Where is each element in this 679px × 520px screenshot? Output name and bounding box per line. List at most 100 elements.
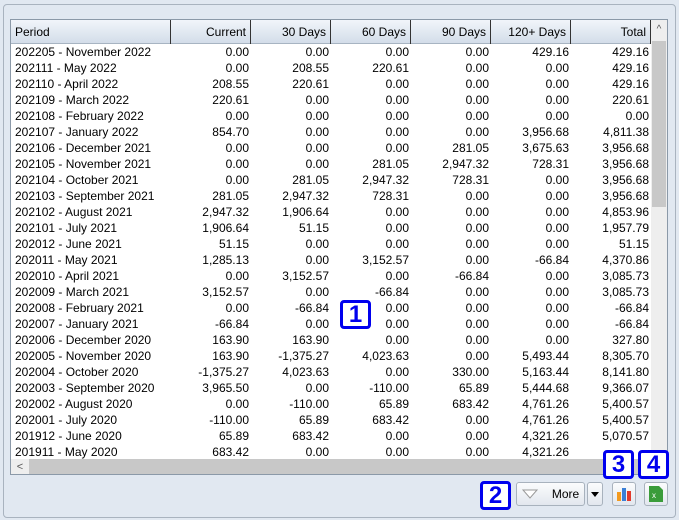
amount-cell: 4,811.38 — [603, 125, 649, 139]
amount-cell: 2,947.32 — [362, 173, 409, 187]
amount-cell: 3,152.57 — [202, 285, 249, 299]
period-cell: 202005 - November 2020 — [15, 349, 152, 363]
amount-cell: 0.00 — [545, 237, 569, 251]
table-row[interactable]: 202011 - May 2021 1,285.13 0.00 3,152.57 0.0… — [11, 252, 651, 268]
amount-cell: 429.16 — [612, 61, 649, 75]
period-cell: 202106 - December 2021 — [15, 141, 152, 155]
period-cell: 202108 - February 2022 — [15, 109, 144, 123]
horizontal-scrollbar[interactable]: < — [11, 459, 651, 474]
column-header-period[interactable]: Period — [11, 20, 171, 44]
amount-cell: 0.00 — [545, 61, 569, 75]
amount-cell: 0.00 — [225, 269, 249, 283]
scroll-up-icon[interactable]: ^ — [651, 20, 667, 40]
table-row[interactable]: 202006 - December 2020 163.90 163.90 0.00 0.… — [11, 332, 651, 348]
period-cell: 202008 - February 2021 — [15, 301, 144, 315]
amount-cell: 5,163.44 — [522, 365, 569, 379]
amount-cell: 163.90 — [292, 333, 329, 347]
period-cell: 202012 - June 2021 — [15, 237, 122, 251]
amount-cell: 0.00 — [305, 45, 329, 59]
table-row[interactable]: 202004 - October 2020 -1,375.27 4,023.63 0.… — [11, 364, 651, 380]
table-row[interactable]: 202102 - August 2021 2,947.32 1,906.64 0.00… — [11, 204, 651, 220]
scroll-left-icon[interactable]: < — [11, 459, 29, 474]
table-row[interactable]: 202109 - March 2022 220.61 0.00 0.00 0.00 0.0… — [11, 92, 651, 108]
table-row[interactable]: 202105 - November 2021 0.00 0.00 281.05 2,94… — [11, 156, 651, 172]
table-row[interactable]: 202012 - June 2021 51.15 0.00 0.00 0.00 0.00 5… — [11, 236, 651, 252]
amount-cell: 0.00 — [545, 301, 569, 315]
amount-cell: 0.00 — [545, 93, 569, 107]
more-dropdown-button[interactable] — [587, 482, 603, 506]
period-cell: 202002 - August 2020 — [15, 397, 133, 411]
amount-cell: 4,761.26 — [522, 413, 569, 427]
chart-button[interactable] — [612, 482, 636, 506]
amount-cell: 0.00 — [225, 397, 249, 411]
table-row[interactable]: 202005 - November 2020 163.90 -1,375.27 4,0… — [11, 348, 651, 364]
period-cell: 202105 - November 2021 — [15, 157, 152, 171]
excel-export-button[interactable]: x — [644, 482, 668, 506]
table-row[interactable]: 202010 - April 2021 0.00 3,152.57 0.00 -66.8… — [11, 268, 651, 284]
column-header-90-days[interactable]: 90 Days — [411, 20, 491, 44]
amount-cell: 4,321.26 — [522, 429, 569, 443]
amount-cell: 1,957.79 — [602, 221, 649, 235]
amount-cell: 3,085.73 — [602, 285, 649, 299]
amount-cell: -1,375.27 — [198, 365, 249, 379]
more-button[interactable]: More — [516, 482, 585, 506]
amount-cell: 0.00 — [385, 365, 409, 379]
amount-cell: 0.00 — [305, 381, 329, 395]
amount-cell: 0.00 — [305, 285, 329, 299]
column-header-total[interactable]: Total — [571, 20, 651, 44]
amount-cell: 281.05 — [372, 157, 409, 171]
table-row[interactable]: 201911 - May 2020 683.42 0.00 0.00 0.00 4,321… — [11, 444, 651, 459]
table-row[interactable]: 202205 - November 2022 0.00 0.00 0.00 0.00 42… — [11, 44, 651, 60]
amount-cell: 3,956.68 — [602, 173, 649, 187]
amount-cell: 220.61 — [212, 93, 249, 107]
amount-cell: 0.00 — [385, 77, 409, 91]
amount-cell: 3,152.57 — [282, 269, 329, 283]
period-cell: 202107 - January 2022 — [15, 125, 139, 139]
amount-cell: 429.16 — [612, 77, 649, 91]
amount-cell: 163.90 — [212, 333, 249, 347]
scrollbar-thumb[interactable] — [652, 41, 666, 207]
amount-cell: 0.00 — [465, 221, 489, 235]
column-header-30-days[interactable]: 30 Days — [251, 20, 331, 44]
annotation-badge-4: 4 — [638, 450, 669, 479]
vertical-scrollbar[interactable]: ^ — [651, 20, 667, 459]
table-row[interactable]: 202110 - April 2022 208.55 220.61 0.00 0.00 0… — [11, 76, 651, 92]
table-row[interactable]: 202009 - March 2021 3,152.57 0.00 -66.84 0.0… — [11, 284, 651, 300]
amount-cell: 4,023.63 — [282, 365, 329, 379]
amount-cell: 0.00 — [225, 157, 249, 171]
column-header-current[interactable]: Current — [171, 20, 251, 44]
table-row[interactable]: 202106 - December 2021 0.00 0.00 0.00 281.05… — [11, 140, 651, 156]
amount-cell: 281.05 — [292, 173, 329, 187]
table-row[interactable]: 202101 - July 2021 1,906.64 51.15 0.00 0.00 0… — [11, 220, 651, 236]
table-row[interactable]: 202001 - July 2020 -110.00 65.89 683.42 0.00… — [11, 412, 651, 428]
amount-cell: 0.00 — [385, 333, 409, 347]
amount-cell: 0.00 — [465, 445, 489, 459]
period-cell: 202003 - September 2020 — [15, 381, 155, 395]
table-row[interactable]: 202103 - September 2021 281.05 2,947.32 728… — [11, 188, 651, 204]
annotation-badge-1: 1 — [340, 300, 371, 329]
amount-cell: 0.00 — [545, 269, 569, 283]
table-row[interactable]: 202108 - February 2022 0.00 0.00 0.00 0.00 0.… — [11, 108, 651, 124]
table-row[interactable]: 202107 - January 2022 854.70 0.00 0.00 0.00 3… — [11, 124, 651, 140]
amount-cell: 65.89 — [298, 413, 329, 427]
amount-cell: 0.00 — [465, 205, 489, 219]
table-row[interactable]: 202104 - October 2021 0.00 281.05 2,947.32 7… — [11, 172, 651, 188]
table-row[interactable]: 201912 - June 2020 65.89 683.42 0.00 0.00 4,3… — [11, 428, 651, 444]
amount-cell: 0.00 — [305, 157, 329, 171]
column-header-60-days[interactable]: 60 Days — [331, 20, 411, 44]
amount-cell: 5,444.68 — [522, 381, 569, 395]
table-row[interactable]: 202111 - May 2022 0.00 208.55 220.61 0.00 0.0… — [11, 60, 651, 76]
amount-cell: -66.84 — [374, 285, 409, 299]
table-row[interactable]: 202002 - August 2020 0.00 -110.00 65.89 683.… — [11, 396, 651, 412]
amount-cell: 0.00 — [465, 349, 489, 363]
table-row[interactable]: 202007 - January 2021 -66.84 0.00 0.00 0.00 0… — [11, 316, 651, 332]
amount-cell: -110.00 — [289, 397, 329, 411]
annotation-badge-2: 2 — [480, 481, 511, 510]
amount-cell: -66.84 — [294, 301, 329, 315]
table-row[interactable]: 202003 - September 2020 3,965.50 0.00 -110.… — [11, 380, 651, 396]
amount-cell: 3,956.68 — [602, 189, 649, 203]
amount-cell: 728.31 — [452, 173, 489, 187]
amount-cell: 0.00 — [385, 109, 409, 123]
table-row[interactable]: 202008 - February 2021 0.00 -66.84 0.00 0.00… — [11, 300, 651, 316]
column-header-120-days[interactable]: 120+ Days — [491, 20, 571, 44]
